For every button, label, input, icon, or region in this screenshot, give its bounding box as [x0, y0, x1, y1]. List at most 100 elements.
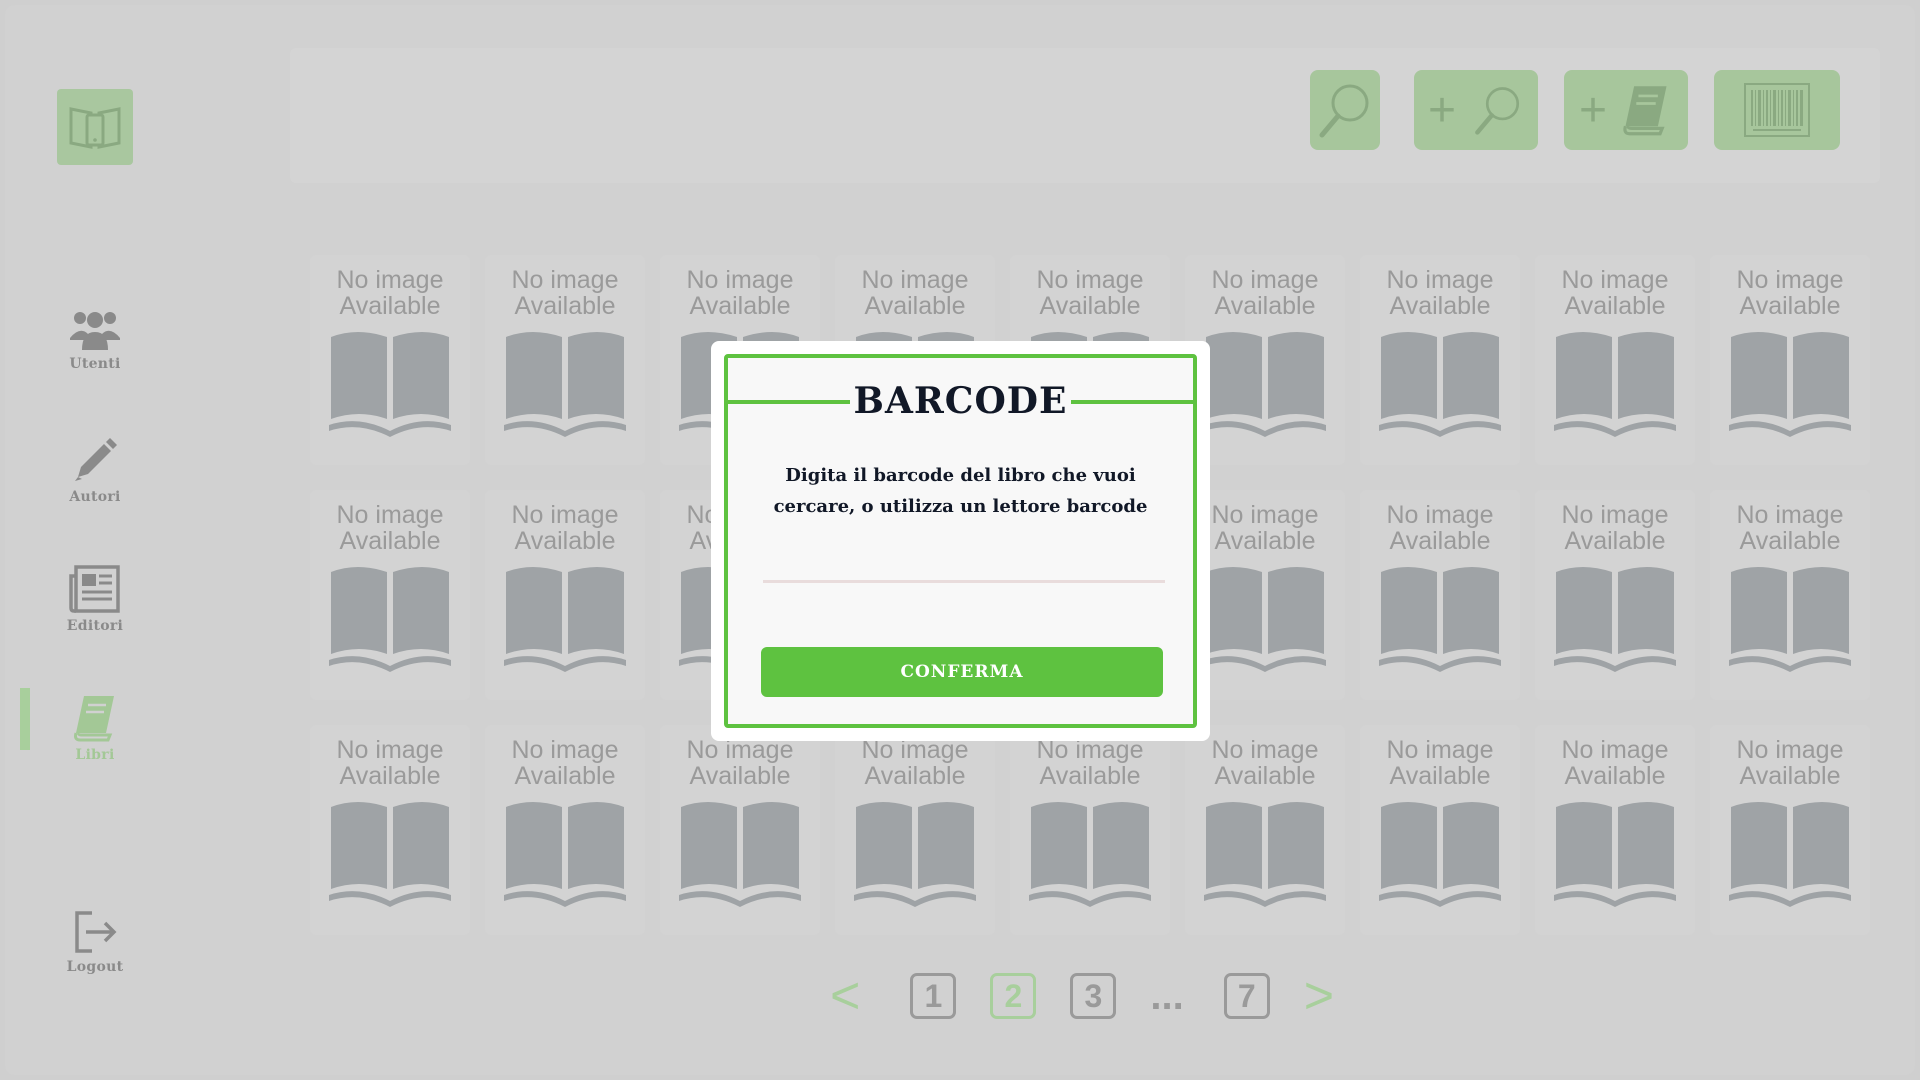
book-card[interactable]: No imageAvailable: [1360, 255, 1520, 465]
book-card[interactable]: No imageAvailable: [310, 490, 470, 700]
users-icon: [70, 312, 120, 350]
sidebar-item-utenti[interactable]: Utenti: [5, 295, 185, 385]
no-image-line-2: Available: [514, 292, 616, 320]
barcode-input[interactable]: [763, 548, 1165, 583]
open-book-icon: [1554, 802, 1676, 907]
book-card[interactable]: No imageAvailable: [310, 255, 470, 465]
no-image-line-2: Available: [1214, 527, 1316, 555]
library-phone-book-icon[interactable]: [57, 89, 133, 165]
add-search-button[interactable]: +: [1414, 70, 1538, 150]
page-button-3[interactable]: 3: [1070, 973, 1117, 1019]
no-image-line-2: Available: [1039, 762, 1141, 790]
open-book-icon: [504, 332, 626, 437]
next-page-button[interactable]: >: [1304, 970, 1334, 1022]
no-image-line-1: No image: [1211, 736, 1319, 764]
book-card[interactable]: No imageAvailable: [660, 725, 820, 935]
plus-book-icon: [1623, 86, 1667, 136]
sidebar-item-editori[interactable]: Editori: [5, 554, 185, 644]
no-image-label: No imageAvailable: [862, 267, 969, 319]
book-card[interactable]: No imageAvailable: [310, 725, 470, 935]
no-image-label: No imageAvailable: [1212, 267, 1319, 319]
no-image-line-1: No image: [511, 266, 619, 294]
logout-button[interactable]: Logout: [5, 897, 185, 987]
sidebar-item-autori[interactable]: Autori: [5, 425, 185, 515]
no-image-line-1: No image: [1561, 501, 1669, 529]
book-card[interactable]: No imageAvailable: [1710, 725, 1870, 935]
pagination-ellipsis: ...: [1150, 973, 1184, 1018]
open-book-icon: [1204, 567, 1326, 672]
no-image-line-2: Available: [514, 762, 616, 790]
no-image-line-1: No image: [1736, 736, 1844, 764]
no-image-line-1: No image: [1561, 736, 1669, 764]
no-image-line-2: Available: [864, 762, 966, 790]
modal-frame: BARCODE Digita il barcode del libro che …: [724, 354, 1197, 728]
no-image-label: No imageAvailable: [337, 502, 444, 554]
no-image-line-2: Available: [1739, 292, 1841, 320]
no-image-label: No imageAvailable: [1562, 267, 1669, 319]
book-card[interactable]: No imageAvailable: [1710, 490, 1870, 700]
sidebar-item-label: Utenti: [69, 356, 121, 372]
sidebar-item-libri[interactable]: Libri: [5, 683, 185, 773]
pagination: < 1 2 3 ... 7 >: [830, 970, 1384, 1022]
open-book-icon: [1729, 332, 1851, 437]
page-button-2[interactable]: 2: [990, 973, 1037, 1019]
open-book-icon: [329, 332, 451, 437]
no-image-line-1: No image: [1211, 266, 1319, 294]
book-card[interactable]: No imageAvailable: [485, 490, 645, 700]
no-image-label: No imageAvailable: [1387, 502, 1494, 554]
modal-title: BARCODE: [849, 380, 1072, 422]
no-image-line-2: Available: [1564, 527, 1666, 555]
prev-page-button[interactable]: <: [830, 970, 860, 1022]
no-image-line-1: No image: [336, 501, 444, 529]
no-image-line-2: Available: [1389, 292, 1491, 320]
open-book-icon: [1029, 802, 1151, 907]
no-image-line-2: Available: [1389, 527, 1491, 555]
book-card[interactable]: No imageAvailable: [1185, 725, 1345, 935]
open-book-icon: [1204, 802, 1326, 907]
book-card[interactable]: No imageAvailable: [485, 255, 645, 465]
no-image-line-2: Available: [864, 292, 966, 320]
book-card[interactable]: No imageAvailable: [1535, 255, 1695, 465]
page-button-1[interactable]: 1: [910, 973, 957, 1019]
sidebar-item-label: Autori: [69, 489, 121, 505]
no-image-line-1: No image: [511, 736, 619, 764]
open-book-icon: [1204, 332, 1326, 437]
open-book-icon: [1379, 332, 1501, 437]
book-card[interactable]: No imageAvailable: [1535, 490, 1695, 700]
open-book-icon: [329, 802, 451, 907]
confirm-button[interactable]: CONFERMA: [761, 647, 1163, 697]
modal-description-line-1: Digita il barcode del libro che vuoi: [785, 465, 1136, 486]
book-card[interactable]: No imageAvailable: [1360, 725, 1520, 935]
open-book-icon: [329, 567, 451, 672]
no-image-label: No imageAvailable: [1737, 267, 1844, 319]
modal-title-wrap: BARCODE: [728, 380, 1193, 422]
sidebar-item-label: Editori: [66, 618, 124, 634]
sidebar: Utenti Autori Editori Libri Logout: [5, 5, 185, 1075]
open-book-icon: [1729, 802, 1851, 907]
book-card[interactable]: No imageAvailable: [1710, 255, 1870, 465]
barcode-button[interactable]: [1714, 70, 1840, 150]
search-icon: [1319, 84, 1369, 138]
open-book-icon: [1554, 332, 1676, 437]
book-card[interactable]: No imageAvailable: [1535, 725, 1695, 935]
no-image-line-1: No image: [1386, 736, 1494, 764]
no-image-label: No imageAvailable: [687, 737, 794, 789]
newspaper-icon: [69, 565, 120, 613]
no-image-line-1: No image: [336, 736, 444, 764]
book-icon: [74, 696, 114, 742]
open-book-icon: [679, 802, 801, 907]
book-card[interactable]: No imageAvailable: [1360, 490, 1520, 700]
page-button-last[interactable]: 7: [1223, 973, 1270, 1019]
book-card[interactable]: No imageAvailable: [485, 725, 645, 935]
add-book-button[interactable]: +: [1564, 70, 1688, 150]
no-image-label: No imageAvailable: [512, 737, 619, 789]
no-image-line-1: No image: [511, 501, 619, 529]
open-book-icon: [1379, 567, 1501, 672]
no-image-line-2: Available: [339, 292, 441, 320]
book-card[interactable]: No imageAvailable: [835, 725, 995, 935]
book-card[interactable]: No imageAvailable: [1010, 725, 1170, 935]
search-button[interactable]: [1310, 70, 1380, 150]
no-image-label: No imageAvailable: [1212, 737, 1319, 789]
logout-label: Logout: [66, 959, 124, 975]
no-image-line-1: No image: [1386, 501, 1494, 529]
